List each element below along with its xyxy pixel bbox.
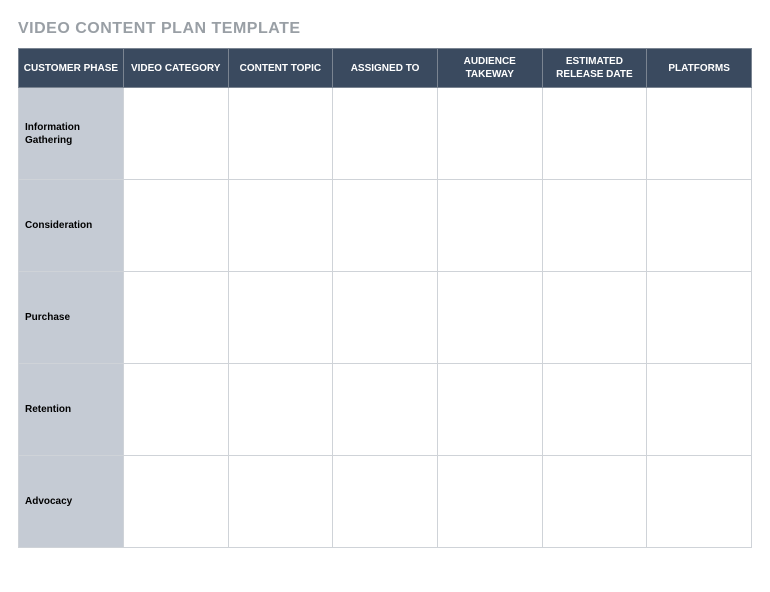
cell-platforms[interactable] [647,456,752,548]
cell-assigned-to[interactable] [333,456,438,548]
cell-platforms[interactable] [647,180,752,272]
cell-audience-takeway[interactable] [437,364,542,456]
table-row: Purchase [19,272,752,364]
row-phase-label: Retention [19,364,124,456]
col-platforms: PLATFORMS [647,49,752,88]
cell-audience-takeway[interactable] [437,88,542,180]
cell-video-category[interactable] [123,364,228,456]
cell-video-category[interactable] [123,456,228,548]
plan-table: CUSTOMER PHASE VIDEO CATEGORY CONTENT TO… [18,48,752,548]
cell-assigned-to[interactable] [333,180,438,272]
cell-platforms[interactable] [647,272,752,364]
row-phase-label: Purchase [19,272,124,364]
col-customer-phase: CUSTOMER PHASE [19,49,124,88]
col-video-category: VIDEO CATEGORY [123,49,228,88]
col-audience-takeway: AUDIENCE TAKEWAY [437,49,542,88]
col-content-topic: CONTENT TOPIC [228,49,333,88]
table-row: Consideration [19,180,752,272]
cell-assigned-to[interactable] [333,364,438,456]
cell-estimated-release-date[interactable] [542,364,647,456]
table-row: Advocacy [19,456,752,548]
col-estimated-release-date: ESTIMATED RELEASE DATE [542,49,647,88]
cell-estimated-release-date[interactable] [542,88,647,180]
cell-estimated-release-date[interactable] [542,180,647,272]
header-row: CUSTOMER PHASE VIDEO CATEGORY CONTENT TO… [19,49,752,88]
col-assigned-to: ASSIGNED TO [333,49,438,88]
cell-content-topic[interactable] [228,272,333,364]
row-phase-label: Information Gathering [19,88,124,180]
cell-content-topic[interactable] [228,364,333,456]
table-row: Information Gathering [19,88,752,180]
cell-video-category[interactable] [123,180,228,272]
cell-audience-takeway[interactable] [437,180,542,272]
cell-audience-takeway[interactable] [437,456,542,548]
cell-platforms[interactable] [647,364,752,456]
cell-estimated-release-date[interactable] [542,272,647,364]
row-phase-label: Consideration [19,180,124,272]
cell-audience-takeway[interactable] [437,272,542,364]
cell-content-topic[interactable] [228,456,333,548]
page-title: VIDEO CONTENT PLAN TEMPLATE [18,20,752,38]
cell-video-category[interactable] [123,272,228,364]
cell-content-topic[interactable] [228,88,333,180]
cell-estimated-release-date[interactable] [542,456,647,548]
table-row: Retention [19,364,752,456]
cell-assigned-to[interactable] [333,272,438,364]
cell-video-category[interactable] [123,88,228,180]
cell-assigned-to[interactable] [333,88,438,180]
cell-platforms[interactable] [647,88,752,180]
row-phase-label: Advocacy [19,456,124,548]
cell-content-topic[interactable] [228,180,333,272]
